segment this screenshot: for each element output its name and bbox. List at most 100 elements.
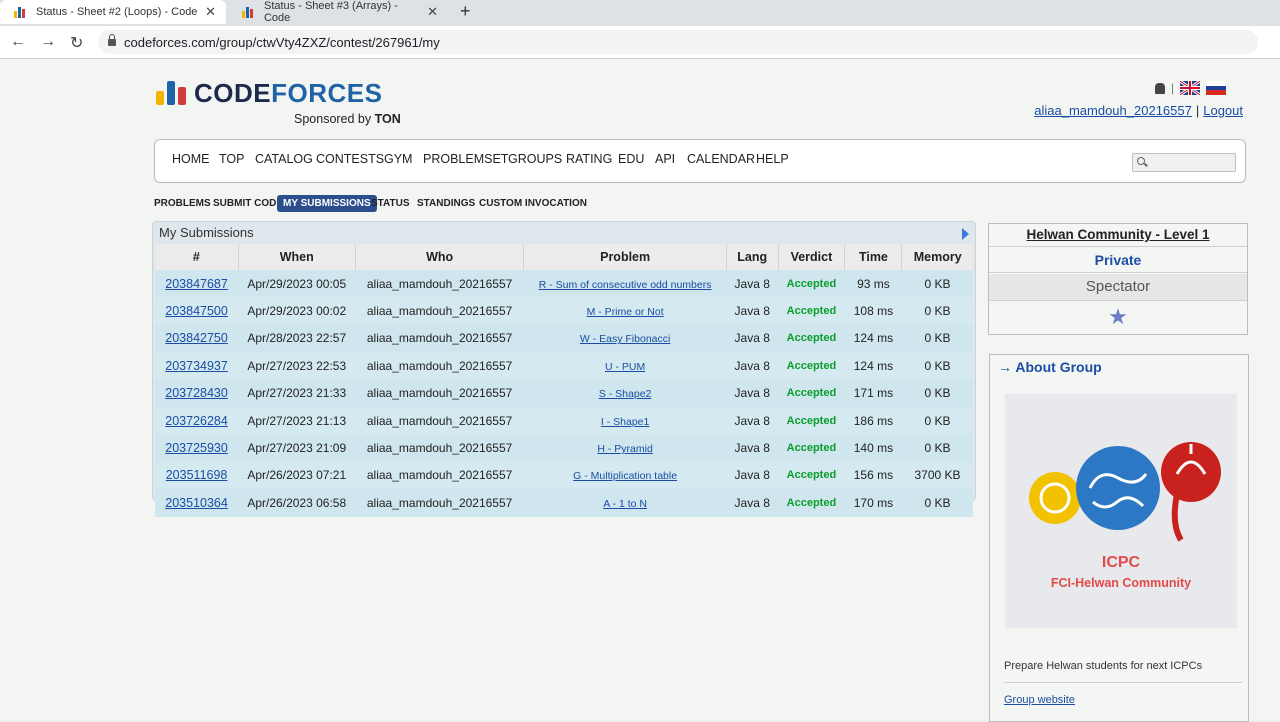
russian-flag-icon[interactable] <box>1206 81 1227 95</box>
tab-standings[interactable]: STANDINGS <box>417 198 475 209</box>
submission-lang: Java 8 <box>726 434 778 462</box>
english-flag-icon[interactable] <box>1180 81 1201 95</box>
submission-id-link[interactable]: 203847687 <box>165 277 228 291</box>
expand-arrow-icon[interactable] <box>962 228 969 240</box>
contest-title-row: Helwan Community - Level 1 <box>989 224 1247 247</box>
problem-link[interactable]: M - Prime or Not <box>587 306 664 318</box>
close-tab-icon[interactable]: ✕ <box>205 4 216 20</box>
submission-memory: 0 KB <box>901 406 973 435</box>
contest-role: Spectator <box>989 274 1247 301</box>
submission-memory: 0 KB <box>901 434 973 462</box>
user-separator: | <box>1195 103 1200 118</box>
tab-title: Status - Sheet #3 (Arrays) - Code <box>263 0 398 24</box>
logout-link[interactable]: Logout <box>1203 103 1243 118</box>
submission-lang: Java 8 <box>726 352 778 380</box>
menu-help[interactable]: HELP <box>756 152 789 166</box>
contest-title-link[interactable]: Helwan Community - Level 1 <box>1026 227 1209 242</box>
brain-illustration-icon <box>1029 442 1221 542</box>
submission-memory: 0 KB <box>901 270 973 298</box>
submission-when: Apr/29/2023 00:05 <box>238 270 356 298</box>
submission-time: 124 ms <box>844 352 902 380</box>
submission-lang: Java 8 <box>726 270 778 298</box>
table-row: 203511698 Apr/26/2023 07:21 aliaa_mamdou… <box>155 461 973 490</box>
submission-id-link[interactable]: 203725930 <box>165 441 228 455</box>
submission-time: 186 ms <box>844 406 902 435</box>
col-id: # <box>155 244 239 270</box>
tab-status[interactable]: STATUS <box>371 198 410 209</box>
submission-id-link[interactable]: 203842750 <box>165 331 228 345</box>
problem-link[interactable]: H - Pyramid <box>597 443 652 455</box>
tab-title: Status - Sheet #2 (Loops) - Code <box>36 6 198 18</box>
menu-problemset[interactable]: PROBLEMSET <box>423 152 508 166</box>
username-link[interactable]: aliaa_mamdouh_20216557 <box>1034 103 1192 118</box>
divider <box>1004 682 1242 683</box>
submission-when: Apr/27/2023 21:33 <box>238 379 356 407</box>
new-tab-button[interactable]: + <box>460 1 471 22</box>
submission-id-link[interactable]: 203510364 <box>165 496 228 510</box>
star-icon[interactable]: ★ <box>989 304 1247 330</box>
sponsor-line: Sponsored by TON <box>294 112 401 126</box>
close-tab-icon[interactable]: ✕ <box>427 4 438 20</box>
menu-edu[interactable]: EDU <box>618 152 644 166</box>
problem-link[interactable]: S - Shape2 <box>599 388 652 400</box>
submission-id-link[interactable]: 203726284 <box>165 414 228 428</box>
page: CODEFORCES Sponsored by TON | aliaa_mamd… <box>0 59 1280 722</box>
menu-rating[interactable]: RATING <box>566 152 612 166</box>
submission-time: 108 ms <box>844 297 902 325</box>
submission-who: aliaa_mamdouh_20216557 <box>355 379 524 407</box>
submission-verdict: Accepted <box>778 297 845 325</box>
submission-verdict: Accepted <box>778 324 845 353</box>
problem-link[interactable]: A - 1 to N <box>603 498 647 510</box>
url-field[interactable]: codeforces.com/group/ctwVty4ZXZ/contest/… <box>98 30 1258 54</box>
submission-id-link[interactable]: 203847500 <box>165 304 228 318</box>
notification-icon[interactable] <box>1155 82 1165 94</box>
reload-icon[interactable]: ↻ <box>70 33 83 53</box>
menu-groups[interactable]: GROUPS <box>508 152 562 166</box>
submission-when: Apr/29/2023 00:02 <box>238 297 356 325</box>
submission-who: aliaa_mamdouh_20216557 <box>355 406 524 435</box>
menu-top[interactable]: TOP <box>219 152 244 166</box>
submission-time: 156 ms <box>844 461 902 490</box>
back-icon[interactable]: ← <box>10 33 26 51</box>
browser-tab-1[interactable]: Status - Sheet #2 (Loops) - Code ✕ <box>0 0 226 24</box>
menu-home[interactable]: HOME <box>172 152 210 166</box>
submission-lang: Java 8 <box>726 489 778 517</box>
codeforces-logo[interactable]: CODEFORCES <box>156 80 382 106</box>
submission-memory: 0 KB <box>901 324 973 353</box>
problem-link[interactable]: I - Shape1 <box>601 416 649 428</box>
submission-verdict: Accepted <box>778 461 845 490</box>
problem-link[interactable]: W - Easy Fibonacci <box>580 333 670 345</box>
submission-id-link[interactable]: 203734937 <box>165 359 228 373</box>
table-row: 203847500 Apr/29/2023 00:02 aliaa_mamdou… <box>155 297 973 325</box>
tab-problems[interactable]: PROBLEMS <box>154 198 211 209</box>
menu-api[interactable]: API <box>655 152 675 166</box>
forward-icon[interactable]: → <box>40 33 56 51</box>
problem-link[interactable]: G - Multiplication table <box>573 470 677 482</box>
menu-calendar[interactable]: CALENDAR <box>687 152 755 166</box>
problem-link[interactable]: U - PUM <box>605 361 645 373</box>
group-logo-image: ICPC FCI-Helwan Community <box>1005 394 1237 628</box>
menu-catalog[interactable]: CATALOG <box>255 152 313 166</box>
col-when: When <box>238 244 356 270</box>
menu-contests[interactable]: CONTESTS <box>316 152 384 166</box>
tab-custom-invocation[interactable]: CUSTOM INVOCATION <box>479 198 587 209</box>
table-row: 203728430 Apr/27/2023 21:33 aliaa_mamdou… <box>155 379 973 407</box>
problem-link[interactable]: R - Sum of consecutive odd numbers <box>539 279 712 291</box>
submission-who: aliaa_mamdouh_20216557 <box>355 489 524 517</box>
tab-submit-code[interactable]: SUBMIT CODE <box>213 198 283 209</box>
col-verdict: Verdict <box>778 244 846 270</box>
submission-when: Apr/28/2023 22:57 <box>238 324 356 353</box>
submission-lang: Java 8 <box>726 379 778 407</box>
tab-my-submissions[interactable]: MY SUBMISSIONS <box>277 195 377 212</box>
sponsor-prefix: Sponsored by <box>294 112 372 126</box>
search-input[interactable] <box>1132 153 1236 172</box>
menu-gym[interactable]: GYM <box>384 152 412 166</box>
submission-id-link[interactable]: 203511698 <box>166 468 228 482</box>
group-website-link[interactable]: Group website <box>1004 694 1075 706</box>
submission-time: 140 ms <box>844 434 902 462</box>
table-row: 203726284 Apr/27/2023 21:13 aliaa_mamdou… <box>155 406 973 435</box>
submission-id-link[interactable]: 203728430 <box>165 386 228 400</box>
submission-time: 124 ms <box>844 324 902 353</box>
browser-tab-2[interactable]: Status - Sheet #3 (Arrays) - Code ✕ <box>228 0 448 24</box>
submission-when: Apr/27/2023 21:09 <box>238 434 356 462</box>
